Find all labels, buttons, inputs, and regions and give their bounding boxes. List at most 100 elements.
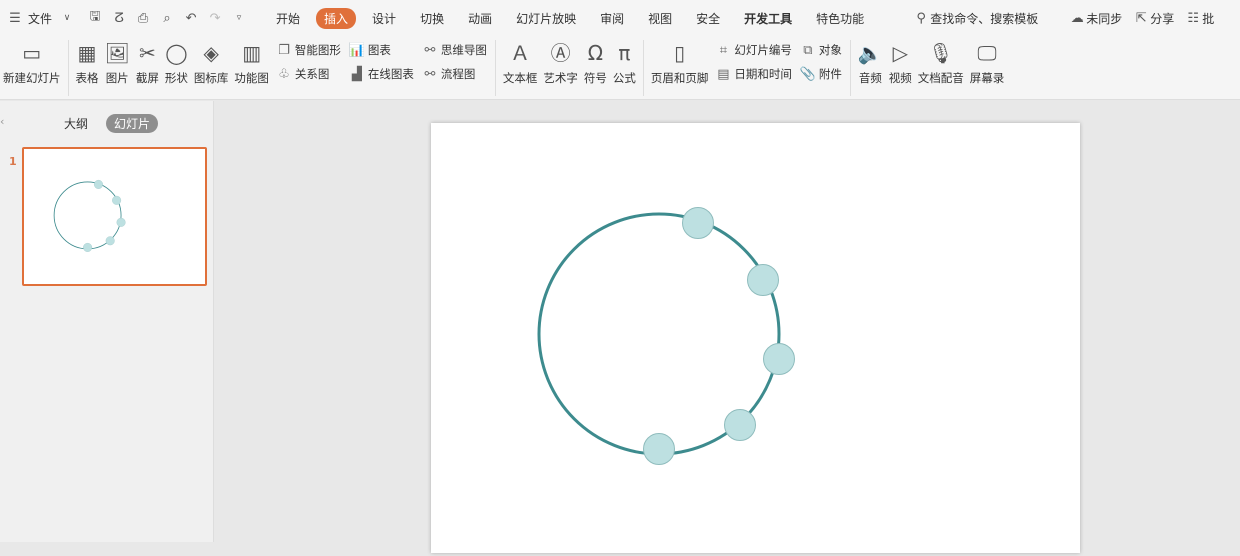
menubar: ☰ 文件 ∨ 🖫 ⵒ ⎙ ⌕ ↶ ↷ ▿ 开始 插入 设计 切换 动画 幻灯片放… <box>0 0 1240 36</box>
hamburger-icon[interactable]: ☰ <box>6 11 24 26</box>
picture-icon: 🖼 <box>104 41 130 65</box>
narration-button[interactable]: 🎙 文档配音 <box>915 36 967 86</box>
relation-icon: ♧ <box>278 66 290 82</box>
flowchart-icon: ⚯ <box>424 66 436 82</box>
picture-button[interactable]: 🖼 图片 <box>102 36 133 86</box>
table-icon: ▦ <box>77 41 97 65</box>
video-icon: ▷ <box>892 41 908 65</box>
attachment-button[interactable]: 📎 附件 <box>800 66 842 82</box>
smart-art-icon: ❐ <box>278 42 290 58</box>
redo-icon[interactable]: ↷ <box>206 11 224 26</box>
slide-canvas[interactable] <box>431 123 1080 553</box>
object-button[interactable]: ⧉ 对象 <box>800 42 842 58</box>
header-footer-button[interactable]: ▯ 页眉和页脚 <box>648 36 712 86</box>
tab-security[interactable]: 安全 <box>688 8 728 29</box>
icon-library-icon: ◈ <box>203 41 219 65</box>
share-button[interactable]: 分享 <box>1150 10 1174 27</box>
small-circle[interactable] <box>112 195 122 205</box>
tab-developer[interactable]: 开发工具 <box>736 8 800 29</box>
tab-review[interactable]: 审阅 <box>592 8 632 29</box>
paperclip-icon: 📎 <box>799 66 817 82</box>
small-circle[interactable] <box>763 343 795 375</box>
divider <box>642 40 644 96</box>
monitor-icon: 🖵 <box>977 41 997 65</box>
screenshot-button[interactable]: ✂ 截屏 <box>133 36 162 86</box>
tab-view[interactable]: 视图 <box>640 8 680 29</box>
small-circle[interactable] <box>643 433 675 465</box>
slide-graphic <box>537 207 795 465</box>
flowchart-button[interactable]: ⚯ 流程图 <box>422 66 487 82</box>
small-circle[interactable] <box>682 207 714 239</box>
slide-thumbnail[interactable] <box>22 147 207 286</box>
small-circle[interactable] <box>105 236 115 246</box>
divider <box>494 40 496 96</box>
smart-art-button[interactable]: ❐ 智能图形 <box>276 42 341 58</box>
shape-button[interactable]: ◯ 形状 <box>162 36 191 86</box>
new-slide-button[interactable]: ▭ 新建幻灯片 <box>0 36 64 86</box>
mindmap-icon: ⚯ <box>424 42 436 58</box>
chevron-down-icon[interactable]: ∨ <box>58 13 76 23</box>
video-button[interactable]: ▷ 视频 <box>886 36 915 86</box>
divider <box>849 40 851 96</box>
tab-features[interactable]: 特色功能 <box>808 8 872 29</box>
small-circle[interactable] <box>83 242 93 252</box>
formula-button[interactable]: π 公式 <box>610 36 639 86</box>
small-circle[interactable] <box>747 264 779 296</box>
pi-icon: π <box>618 41 631 65</box>
search-command[interactable]: 查找命令、搜索模板 <box>930 10 1038 27</box>
file-menu[interactable]: 文件 <box>28 10 52 27</box>
speaker-icon: 🔈 <box>857 41 883 65</box>
customize-icon[interactable]: ▿ <box>230 13 248 23</box>
slide-number-button[interactable]: ⌗ 幻灯片编号 <box>715 42 792 58</box>
tab-outline[interactable]: 大纲 <box>56 114 96 133</box>
sync-status[interactable]: 未同步 <box>1086 10 1122 27</box>
cloud-icon: ☁ <box>1070 10 1084 26</box>
scissors-icon: ✂ <box>139 41 156 65</box>
tab-home[interactable]: 开始 <box>268 8 308 29</box>
online-chart-icon: ▟ <box>351 66 362 82</box>
thumbnail-graphic <box>53 179 126 252</box>
datetime-button[interactable]: ▤ 日期和时间 <box>715 66 792 82</box>
export-icon[interactable]: ⵒ <box>110 11 128 26</box>
tab-slides[interactable]: 幻灯片 <box>106 114 159 133</box>
collapse-panel-icon[interactable]: ‹ <box>0 115 4 128</box>
share-icon: ⇱ <box>1135 10 1147 26</box>
comment-icon: ☷ <box>1187 10 1200 26</box>
tab-transition[interactable]: 切换 <box>412 8 452 29</box>
online-chart-button[interactable]: ▟ 在线图表 <box>349 66 414 82</box>
screen-record-button[interactable]: 🖵 屏幕录 <box>967 36 1008 86</box>
small-circle[interactable] <box>724 409 756 441</box>
symbol-button[interactable]: Ω 符号 <box>581 36 610 86</box>
undo-icon[interactable]: ↶ <box>182 11 200 26</box>
mindmap-button[interactable]: ⚯ 思维导图 <box>422 42 486 58</box>
object-icon: ⧉ <box>803 42 813 58</box>
small-circle[interactable] <box>94 179 103 189</box>
wordart-button[interactable]: Ⓐ 艺术字 <box>540 36 581 86</box>
ribbon-insert: ▭ 新建幻灯片 ▦ 表格 🖼 图片 ✂ 截屏 ◯ 形状 ◈ 图标库 ▥ 功能图 ❐ 智能图形 ♧… <box>0 36 1240 100</box>
textbox-button[interactable]: Ａ 文本框 <box>500 36 541 86</box>
textbox-icon: Ａ <box>510 41 531 65</box>
slides-panel: ‹ 大纲 幻灯片 1 <box>0 101 214 542</box>
tab-insert[interactable]: 插入 <box>316 7 357 29</box>
wordart-icon: Ⓐ <box>550 41 571 65</box>
tab-slideshow[interactable]: 幻灯片放映 <box>508 8 584 29</box>
slide-number-icon: ⌗ <box>719 42 728 58</box>
relation-chart-button[interactable]: ♧ 关系图 <box>276 66 341 82</box>
print-icon[interactable]: ⎙ <box>134 11 152 26</box>
table-button[interactable]: ▦ 表格 <box>73 36 102 86</box>
save-icon[interactable]: 🖫 <box>86 7 104 29</box>
small-circle[interactable] <box>116 217 126 227</box>
chart-icon: 📊 <box>348 42 366 58</box>
chart-button[interactable]: 📊 图表 <box>349 42 414 58</box>
function-chart-button[interactable]: ▥ 功能图 <box>231 36 272 86</box>
icon-library-button[interactable]: ◈ 图标库 <box>191 36 232 86</box>
tab-design[interactable]: 设计 <box>364 8 404 29</box>
search-icon: ⚲ <box>916 10 926 26</box>
preview-icon[interactable]: ⌕ <box>158 11 176 26</box>
audio-button[interactable]: 🔈 音频 <box>855 36 886 86</box>
comment-button[interactable]: 批 <box>1202 10 1214 27</box>
tab-animation[interactable]: 动画 <box>460 8 500 29</box>
calendar-icon: ▤ <box>717 66 730 82</box>
slide-number: 1 <box>9 155 17 168</box>
divider <box>67 40 69 96</box>
